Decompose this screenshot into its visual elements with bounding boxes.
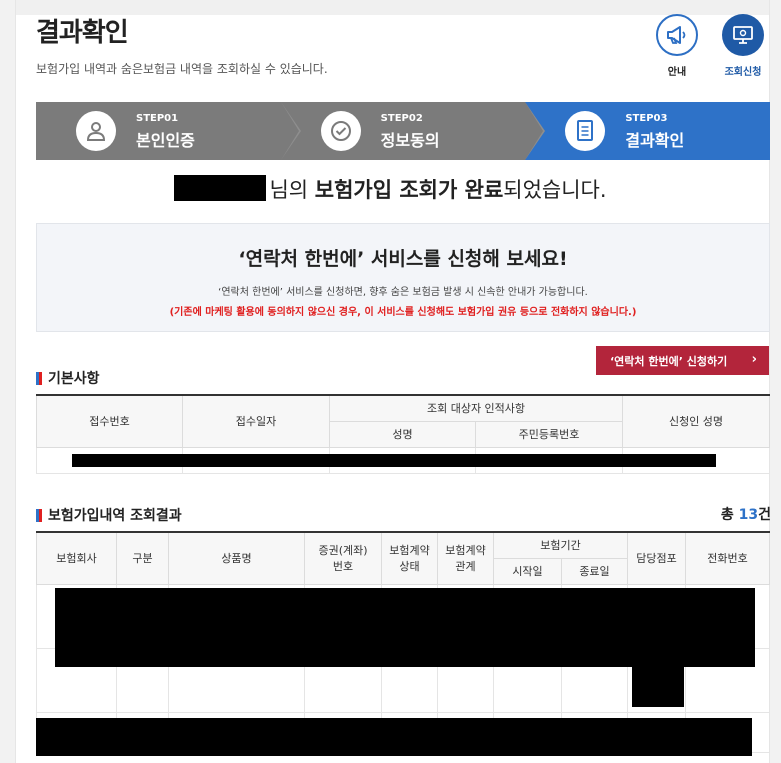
total-number: 13 [738, 507, 759, 523]
contact-service-apply-button[interactable]: ‘연락처 한번에’ 신청하기 › [596, 346, 769, 375]
monitor-icon [722, 14, 764, 56]
header-rrn: 주민등록번호 [474, 420, 624, 448]
promo-warning: (기존에 마케팅 활용에 동의하지 않으신 경우, 이 서비스를 신청해도 보험… [169, 307, 637, 318]
header-type: 구분 [116, 531, 169, 585]
header-end-date: 종료일 [560, 557, 629, 585]
redacted-branch-cell [632, 667, 684, 707]
header-company: 보험회사 [36, 531, 117, 585]
result-total-count: 총 13건 [721, 504, 771, 524]
header-branch: 담당점포 [627, 531, 687, 585]
total-prefix: 총 [720, 507, 739, 523]
guide-button[interactable]: 안내 [648, 14, 706, 78]
step-2: STEP02 정보동의 [280, 102, 546, 160]
header-status: 보험계약 상태 [381, 531, 438, 585]
header-subject-info: 조회 대상자 인적사항 [328, 394, 624, 422]
page-description: 보험가입 내역과 숨은보험금 내역을 조회하실 수 있습니다. [36, 62, 328, 76]
step-3: STEP03 결과확인 [525, 102, 770, 160]
header-relation: 보험계약 관계 [437, 531, 494, 585]
page-title: 결과확인 [36, 18, 129, 48]
headline-suffix-2: 되었습니다. [503, 178, 607, 202]
header-receipt-date: 접수일자 [182, 394, 330, 448]
section-marker-icon [36, 371, 42, 385]
header-product: 상품명 [168, 531, 305, 585]
step-2-number: STEP02 [380, 113, 423, 124]
step-1-name: 본인인증 [136, 131, 195, 150]
header-policy-no: 증권(계좌) 번호 [304, 531, 382, 585]
right-border [769, 0, 781, 763]
basic-info-title-text: 기본사항 [48, 371, 100, 387]
step-2-name: 정보동의 [380, 131, 440, 150]
basic-info-title: 기본사항 [36, 368, 100, 388]
step-1-number: STEP01 [136, 113, 179, 124]
inquiry-apply-button[interactable]: 조회신청 [714, 14, 772, 78]
redacted-result-rows [55, 588, 755, 667]
left-border [0, 0, 16, 763]
result-title-text: 보험가입내역 조회결과 [48, 508, 182, 524]
promo-description: ‘연락처 한번에’ 서비스를 신청하면, 향후 숨은 보험금 발생 시 신속한 … [218, 287, 588, 298]
header-name: 성명 [329, 420, 476, 448]
step-3-number: STEP03 [625, 113, 668, 124]
header-start-date: 시작일 [493, 557, 562, 585]
contact-service-promo: ‘연락처 한번에’ 서비스를 신청해 보세요! ‘연락처 한번에’ 서비스를 신… [36, 223, 770, 332]
step-1: STEP01 본인인증 [36, 102, 301, 160]
section-marker-icon [36, 508, 42, 522]
step-3-name: 결과확인 [625, 131, 685, 150]
total-suffix: 건 [758, 507, 771, 523]
header-phone: 전화번호 [685, 531, 771, 585]
chevron-right-icon: › [751, 352, 757, 367]
headline-bold: 보험가입 조회가 완료 [314, 178, 504, 202]
step-divider-inner [525, 102, 544, 160]
guide-label: 안내 [667, 67, 687, 78]
apply-cta-label: ‘연락처 한번에’ 신청하기 [610, 354, 728, 368]
megaphone-icon [656, 14, 698, 56]
result-title: 보험가입내역 조회결과 [36, 505, 182, 525]
promo-title: ‘연락처 한번에’ 서비스를 신청해 보세요! [238, 248, 568, 270]
header-applicant-name: 신청인 성명 [622, 394, 771, 448]
document-icon [565, 111, 606, 151]
check-icon [320, 111, 361, 151]
header-period: 보험기간 [492, 531, 629, 559]
redacted-result-bottom [36, 718, 752, 756]
user-icon [76, 111, 116, 151]
redacted-basic-row [72, 454, 716, 467]
headline-suffix-1: 님의 [269, 178, 315, 202]
redacted-name [174, 175, 267, 201]
inquiry-apply-label: 조회신청 [724, 67, 762, 78]
completion-headline: 님의 보험가입 조회가 완료되었습니다. [0, 174, 781, 204]
step-divider-inner [280, 102, 299, 160]
header-receipt-no: 접수번호 [36, 394, 183, 448]
step-indicator: STEP01 본인인증 STEP02 정보동의 STEP03 결과확인 [36, 102, 770, 160]
